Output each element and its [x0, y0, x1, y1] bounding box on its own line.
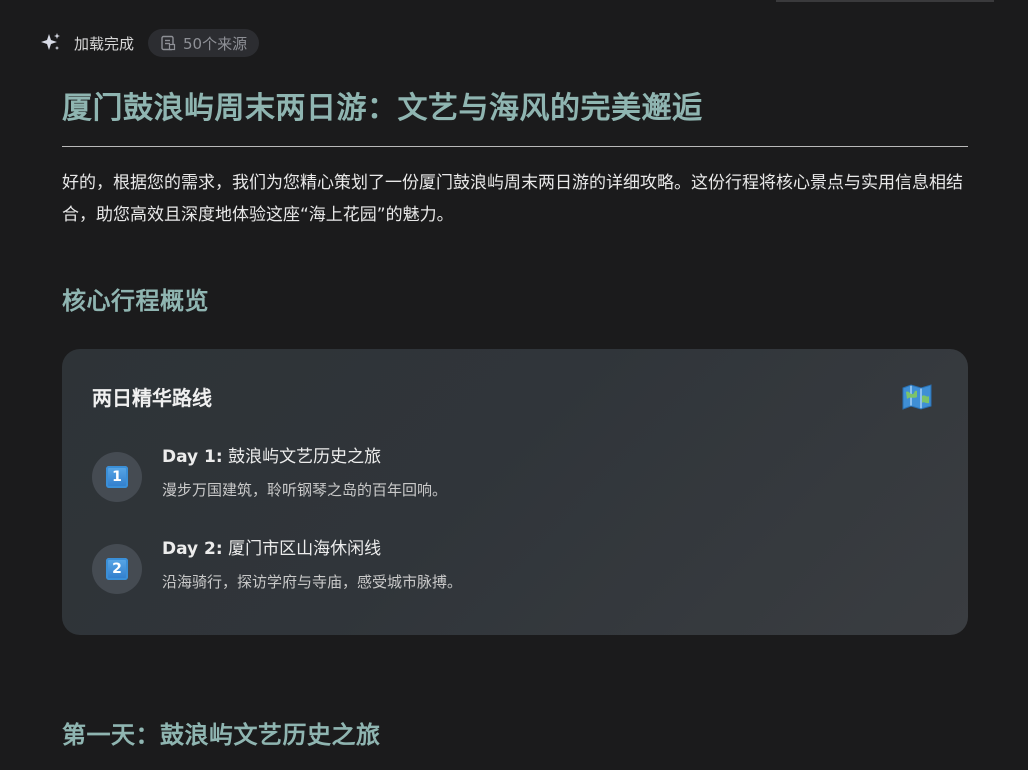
overview-heading: 核心行程概览	[62, 286, 209, 315]
day-2-heading: Day 2: 厦门市区山海休闲线	[162, 538, 381, 560]
day-2-description: 沿海骑行，探访学府与寺庙，感受城市脉搏。	[162, 573, 463, 591]
keycap-2-icon: 2	[106, 558, 128, 580]
status-bar: 加载完成 50个来源	[40, 29, 260, 57]
day-1-badge: 1	[92, 452, 142, 502]
keycap-1-icon: 1	[106, 466, 128, 488]
day-1-title: 鼓浪屿文艺历史之旅	[228, 447, 382, 467]
article: 厦门鼓浪屿周末两日游：文艺与海风的完美邂逅 好的，根据您的需求，我们为您精心策划…	[62, 84, 968, 248]
document-icon	[161, 35, 176, 51]
status-text: 加载完成	[74, 34, 135, 53]
route-day-2: 2 Day 2: 厦门市区山海休闲线 沿海骑行，探访学府与寺庙，感受城市脉搏。	[92, 538, 892, 598]
day-1-description: 漫步万国建筑，聆听钢琴之岛的百年回响。	[162, 481, 448, 499]
top-divider	[776, 0, 994, 2]
page-title: 厦门鼓浪屿周末两日游：文艺与海风的完美邂逅	[62, 91, 703, 126]
route-card: 两日精华路线 1 Day 1: 鼓浪屿文艺历史之旅 漫步万国建筑，聆听钢琴之岛的…	[62, 349, 968, 635]
day-2-label: Day 2:	[162, 539, 223, 559]
day-2-badge: 2	[92, 544, 142, 594]
intro-paragraph: 好的，根据您的需求，我们为您精心策划了一份厦门鼓浪屿周末两日游的详细攻略。这份行…	[62, 173, 963, 225]
title-divider	[62, 146, 968, 147]
sparkle-icon	[41, 33, 60, 50]
day-1-heading: Day 1: 鼓浪屿文艺历史之旅	[162, 446, 381, 468]
day-1-label: Day 1:	[162, 447, 223, 467]
sources-button[interactable]: 50个来源	[148, 29, 260, 57]
route-day-1: 1 Day 1: 鼓浪屿文艺历史之旅 漫步万国建筑，聆听钢琴之岛的百年回响。	[92, 446, 892, 506]
day1-section-heading: 第一天：鼓浪屿文艺历史之旅	[62, 720, 381, 749]
sources-label: 50个来源	[183, 34, 248, 53]
route-card-title: 两日精华路线	[92, 386, 212, 410]
map-icon	[902, 384, 932, 410]
day-2-title: 厦门市区山海休闲线	[228, 539, 382, 559]
